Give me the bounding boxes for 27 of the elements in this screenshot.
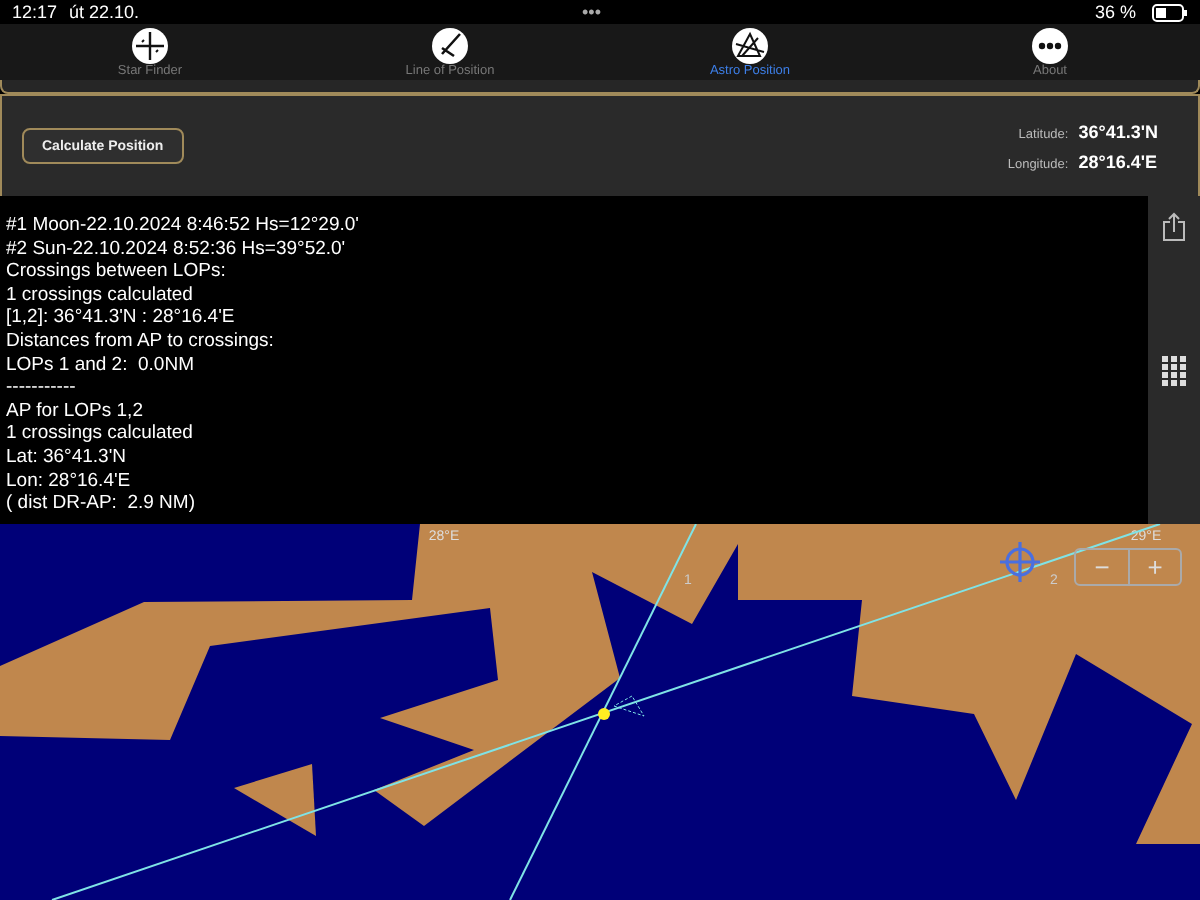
battery-percent: 36 % — [1095, 2, 1137, 22]
output-line: Distances from AP to crossings: — [6, 329, 276, 354]
output-line: Lon: 28°16.4'E — [6, 469, 133, 493]
share-icon[interactable] — [1162, 212, 1186, 242]
battery-icon — [1152, 3, 1189, 21]
locate-icon[interactable] — [998, 540, 1042, 584]
multitask-dots: ••• — [582, 2, 603, 22]
output-line: #2 Sun-22.10.2024 8:52:36 Hs=39°52.0' — [6, 237, 348, 261]
grid-icon[interactable] — [1162, 356, 1186, 386]
output-line: [1,2]: 36°41.3'N : 28°16.4'E — [6, 306, 237, 330]
status-date: út 22.10. — [69, 2, 142, 22]
zoom-out-button[interactable]: − — [1076, 550, 1128, 584]
position-fix-dot — [598, 708, 610, 720]
output-line: 1 crossings calculated — [6, 283, 195, 307]
output-line: Lat: 36°41.3'N — [6, 445, 129, 470]
output-line: #1 Moon-22.10.2024 8:46:52 Hs=12°29.0' — [6, 214, 361, 238]
zoom-in-button[interactable]: + — [1128, 550, 1180, 584]
field-value: 28°16.4'E — [1078, 151, 1157, 171]
direction-marker — [613, 695, 645, 717]
status-time: 12:17 — [12, 2, 58, 22]
field-value: 36°41.3'N — [1078, 121, 1158, 141]
output-line: LOPs 1 and 2: 0.0NM — [6, 353, 196, 377]
output-line: ----------- — [6, 376, 78, 400]
output-line: 1 crossings calculated — [6, 422, 195, 446]
output-line: ( dist DR-AP: 2.9 NM) — [6, 492, 197, 516]
output-line: Crossings between LOPs: — [6, 260, 228, 284]
output-line: AP for LOPs 1,2 — [6, 399, 145, 423]
